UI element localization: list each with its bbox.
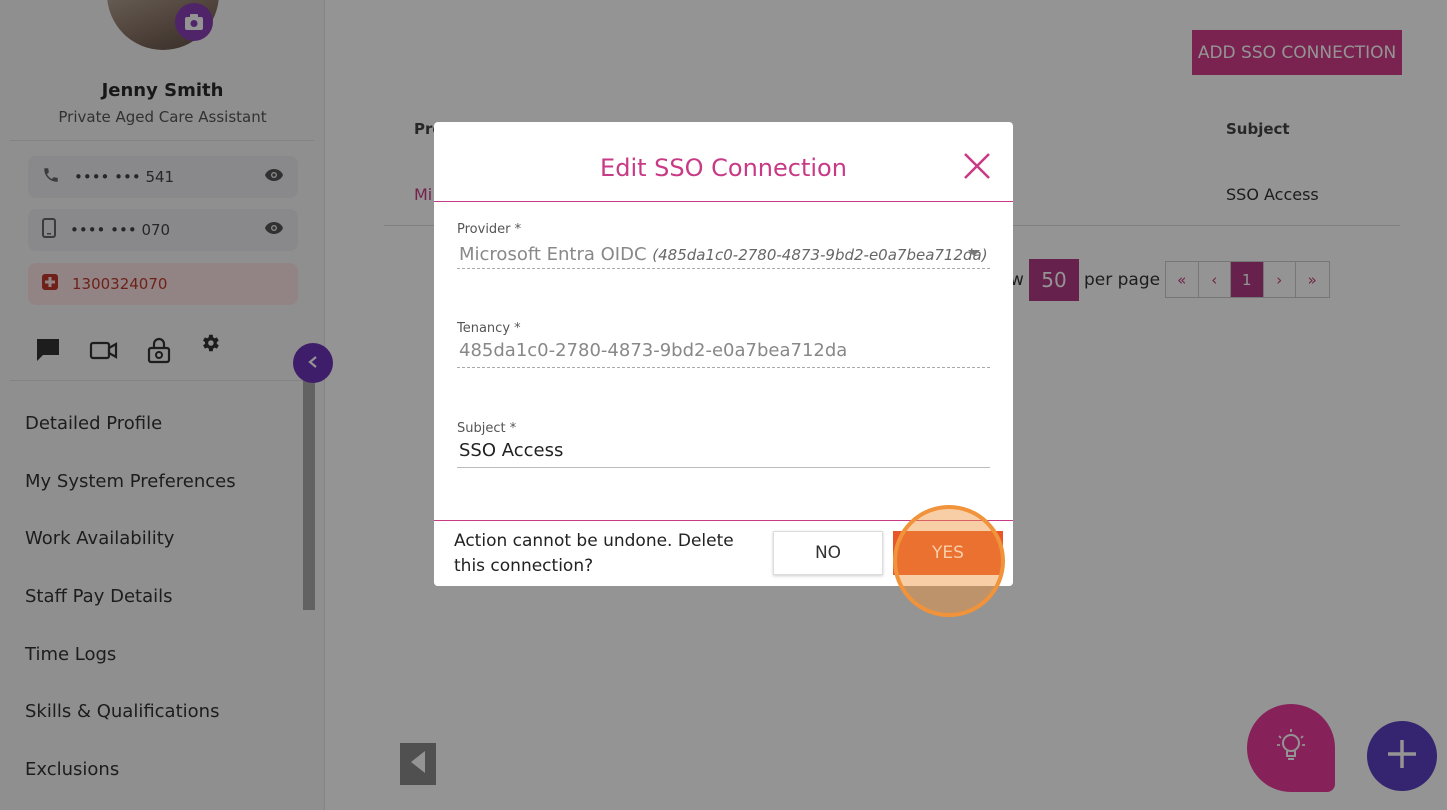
field-underline <box>457 367 990 368</box>
confirm-message: Action cannot be undone. Delete this con… <box>454 531 734 576</box>
field-underline <box>457 467 990 468</box>
provider-value: Microsoft Entra OIDC <box>459 244 647 265</box>
click-highlight <box>893 505 1005 617</box>
dropdown-arrow-icon[interactable] <box>968 250 980 256</box>
field-underline <box>457 268 990 269</box>
dialog-title: Edit SSO Connection <box>600 154 847 182</box>
subject-input[interactable]: SSO Access <box>459 440 989 461</box>
provider-id: (485da1c0-2780-4873-9bd2-e0a7bea712da) <box>652 246 988 264</box>
divider <box>434 201 1013 202</box>
subject-label: Subject * <box>457 421 517 436</box>
provider-label: Provider * <box>457 222 522 237</box>
close-icon[interactable] <box>961 150 993 182</box>
tenancy-input[interactable]: 485da1c0-2780-4873-9bd2-e0a7bea712da <box>459 340 989 361</box>
provider-select[interactable]: Microsoft Entra OIDC (485da1c0-2780-4873… <box>459 244 989 265</box>
no-button[interactable]: NO <box>773 531 883 575</box>
tenancy-label: Tenancy * <box>457 321 521 336</box>
